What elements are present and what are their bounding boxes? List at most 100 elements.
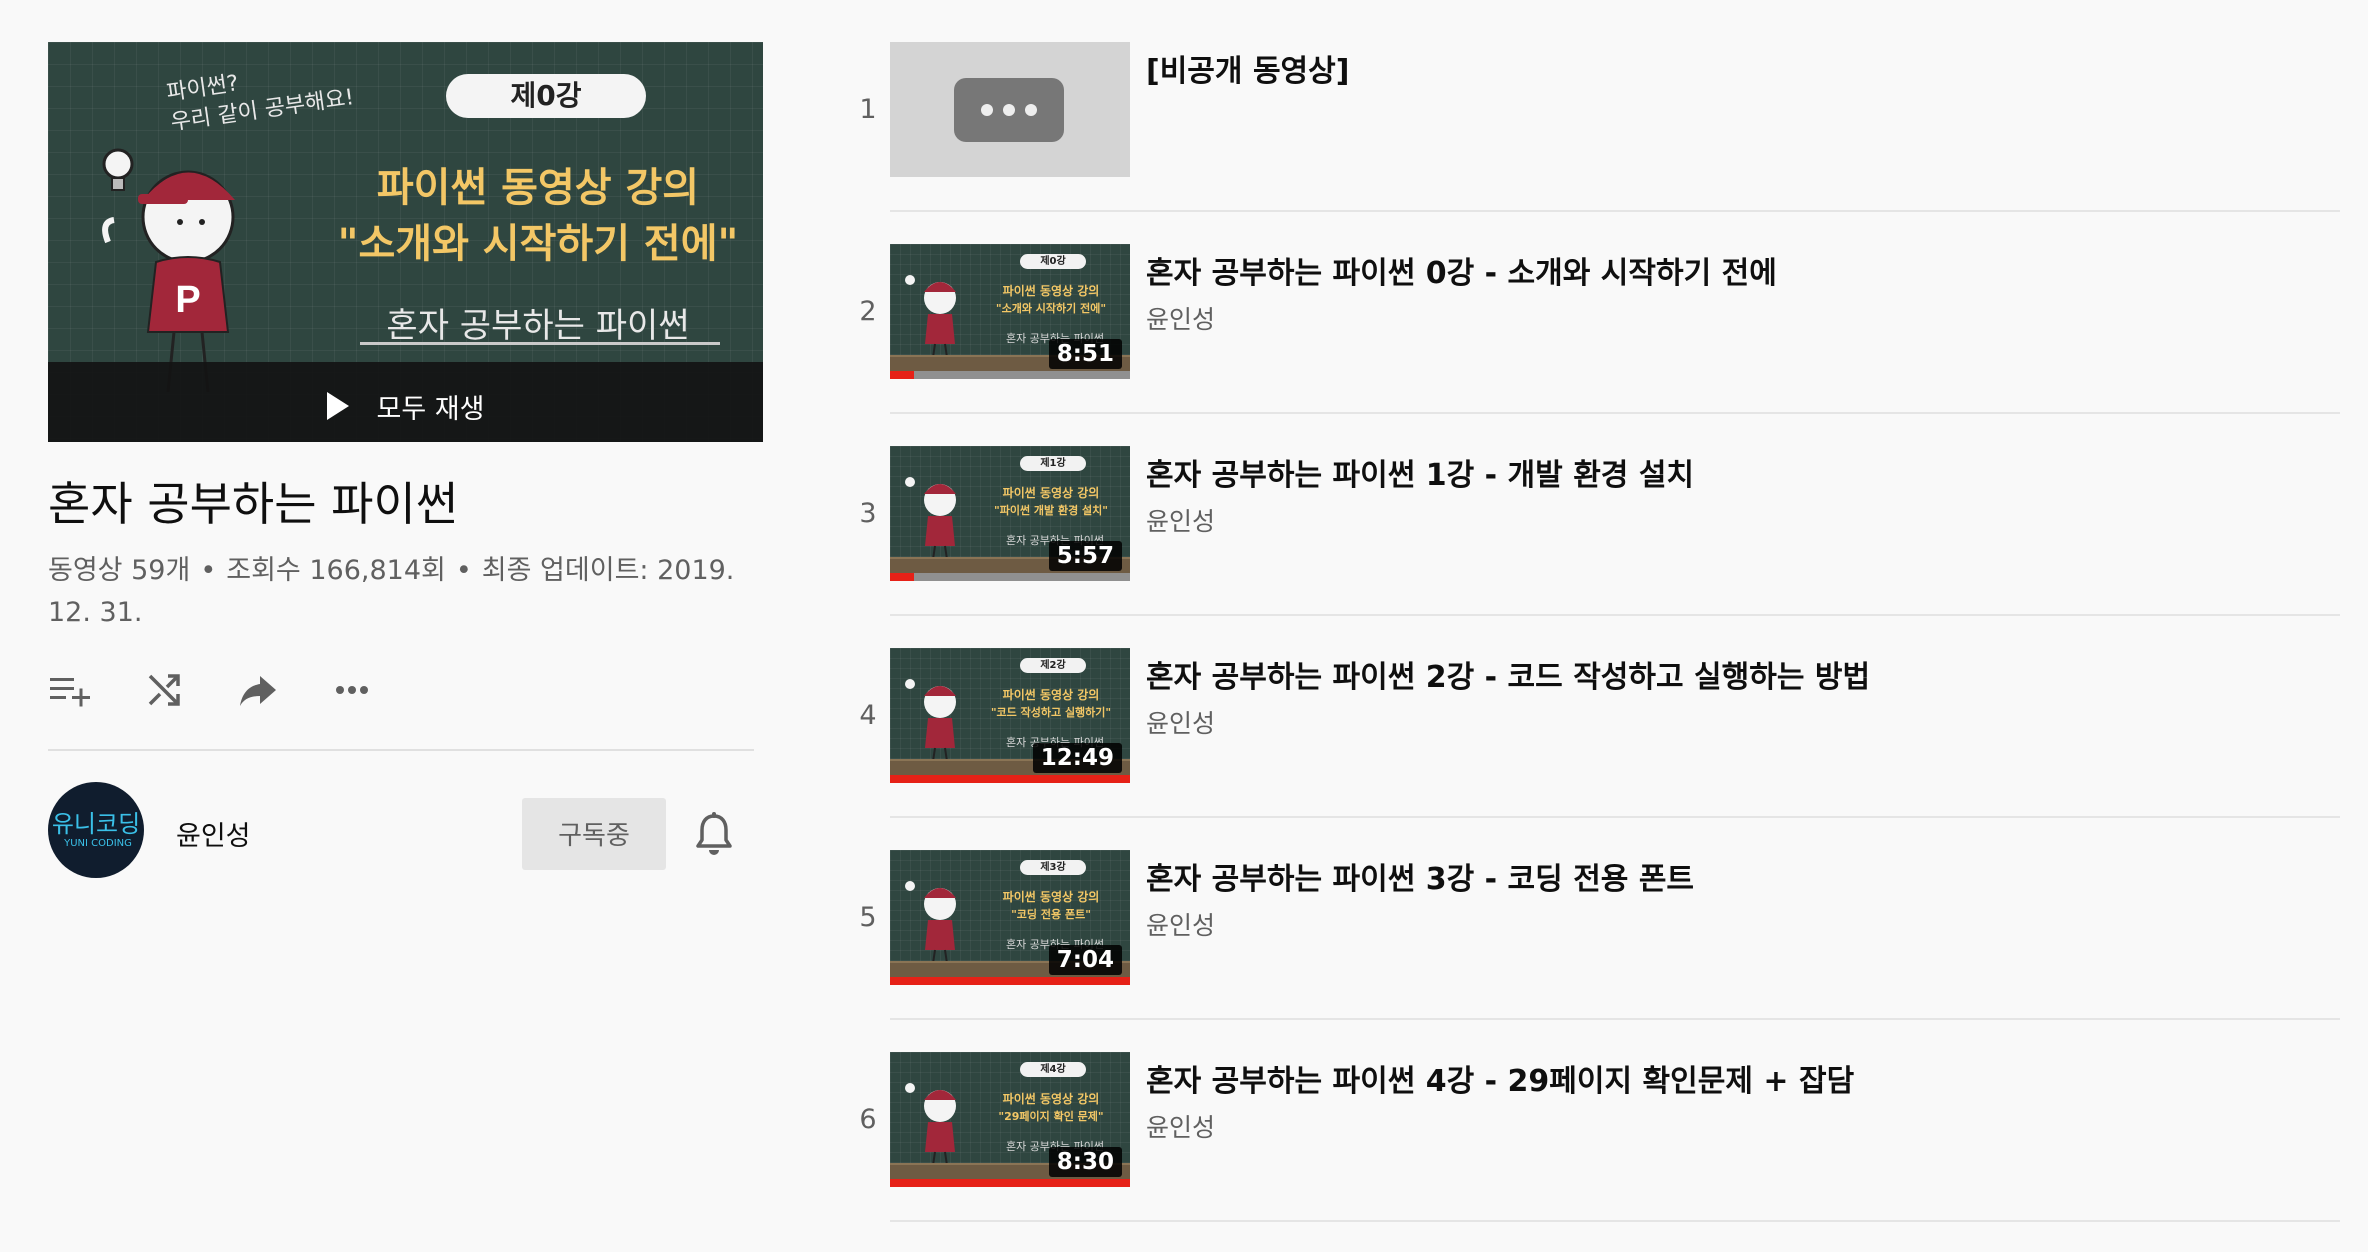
shuffle-button[interactable] — [142, 668, 186, 712]
notification-bell-icon[interactable] — [694, 810, 734, 858]
thumbnail-badge: 제0강 — [1020, 254, 1086, 269]
video-thumbnail[interactable]: 제2강 파이썬 동영상 강의 "코드 작성하고 실행하기" 혼자 공부하는 파이… — [890, 648, 1130, 783]
playlist-item[interactable]: 1 [비공개 동영상] — [818, 42, 2368, 242]
playlist-video-list: 1 [비공개 동영상] 2 제0강 파이썬 동영상 강의 "소개와 시작하기 전… — [818, 0, 2368, 1242]
video-count: 동영상 59개 — [48, 555, 191, 586]
thumbnail-badge: 제3강 — [1020, 860, 1086, 875]
character-icon — [905, 275, 956, 365]
item-index: 2 — [859, 296, 877, 327]
avatar-text-bottom: YUNI CODING — [64, 838, 132, 849]
playlist-actions — [48, 668, 374, 712]
character-icon — [905, 477, 956, 567]
thumbnail-line-1: 파이썬 동영상 강의 — [1002, 284, 1100, 298]
video-duration: 7:04 — [1048, 945, 1122, 975]
video-thumbnail[interactable]: 제0강 파이썬 동영상 강의 "소개와 시작하기 전에" 혼자 공부하는 파이썬… — [890, 244, 1130, 379]
video-channel[interactable]: 윤인성 — [1146, 502, 1215, 538]
item-index: 5 — [859, 902, 877, 933]
watch-progress — [890, 573, 914, 581]
video-duration: 5:57 — [1048, 541, 1122, 571]
thumbnail-line-2: "29페이지 확인 문제" — [998, 1110, 1104, 1123]
video-duration: 12:49 — [1032, 743, 1122, 773]
item-separator — [890, 210, 2340, 212]
play-all-button[interactable]: 모두 재생 — [48, 384, 763, 428]
video-title[interactable]: [비공개 동영상] — [1146, 46, 1349, 90]
video-thumbnail[interactable] — [890, 42, 1130, 177]
character-icon — [905, 1083, 956, 1173]
video-thumbnail[interactable]: 제4강 파이썬 동영상 강의 "29페이지 확인 문제" 혼자 공부하는 파이썬… — [890, 1052, 1130, 1187]
thumbnail-title-line-2: "소개와 시작하기 전에" — [337, 221, 739, 267]
thumbnail-line-2: "코딩 전용 폰트" — [1011, 908, 1091, 921]
thumbnail-title-line-1: 파이썬 동영상 강의 — [376, 165, 700, 211]
thumbnail-line-2: "소개와 시작하기 전에" — [995, 302, 1107, 315]
shirt-letter: P — [175, 279, 200, 321]
more-button[interactable] — [330, 668, 374, 712]
thumbnail-line-2: "코드 작성하고 실행하기" — [990, 706, 1112, 719]
thumbnail-underline — [360, 342, 720, 345]
lightbulb-icon — [102, 148, 134, 191]
character-illustration: P — [102, 148, 235, 393]
thumbnail-badge: 제4강 — [1020, 1062, 1086, 1077]
item-index: 6 — [859, 1104, 877, 1135]
watch-progress — [890, 977, 1130, 985]
channel-name[interactable]: 윤인성 — [176, 814, 251, 853]
watch-progress — [890, 371, 914, 379]
avatar-text-top: 유니코딩 — [51, 810, 141, 838]
video-thumbnail[interactable]: 제3강 파이썬 동영상 강의 "코딩 전용 폰트" 혼자 공부하는 파이썬 7:… — [890, 850, 1130, 985]
play-icon — [326, 392, 349, 420]
more-icon — [336, 686, 368, 694]
channel-avatar[interactable]: 유니코딩 YUNI CODING — [48, 782, 144, 878]
add-to-queue-button[interactable] — [48, 668, 92, 712]
video-title[interactable]: 혼자 공부하는 파이썬 4강 - 29페이지 확인문제 + 잡담 — [1146, 1056, 1854, 1100]
playlist-item[interactable]: 3 제1강 파이썬 동영상 강의 "파이썬 개발 환경 설치" 혼자 공부하는 … — [818, 446, 2368, 646]
playlist-item[interactable]: 6 제4강 파이썬 동영상 강의 "29페이지 확인 문제" 혼자 공부하는 파… — [818, 1052, 2368, 1252]
play-all-label: 모두 재생 — [376, 393, 485, 425]
video-channel[interactable]: 윤인성 — [1146, 300, 1215, 336]
item-index: 3 — [859, 498, 877, 529]
share-button[interactable] — [236, 668, 280, 712]
playlist-sidebar: 파이썬? 우리 같이 공부해요! P 제0강 파이썬 동영상 강의 "소개와 시… — [0, 0, 818, 1242]
item-index: 1 — [859, 94, 877, 125]
item-separator — [890, 1018, 2340, 1020]
watch-progress — [890, 1179, 1130, 1187]
video-channel[interactable]: 윤인성 — [1146, 704, 1215, 740]
item-separator — [890, 816, 2340, 818]
add-to-queue-icon — [50, 678, 90, 707]
view-count: 조회수 166,814회 — [226, 555, 446, 586]
item-separator — [890, 412, 2340, 414]
thumbnail-line-2: "파이썬 개발 환경 설치" — [993, 504, 1109, 517]
subscribed-button[interactable]: 구독중 — [522, 798, 666, 870]
character-icon — [905, 679, 956, 769]
video-title[interactable]: 혼자 공부하는 파이썬 1강 - 개발 환경 설치 — [1146, 450, 1694, 494]
sidebar-divider — [48, 749, 754, 751]
thumbnail-title: 파이썬 동영상 강의 "소개와 시작하기 전에" — [298, 160, 763, 272]
video-channel[interactable]: 윤인성 — [1146, 1108, 1215, 1144]
video-title[interactable]: 혼자 공부하는 파이썬 0강 - 소개와 시작하기 전에 — [1146, 248, 1777, 292]
stats-separator: • — [200, 555, 217, 586]
video-title[interactable]: 혼자 공부하는 파이썬 3강 - 코딩 전용 폰트 — [1146, 854, 1694, 898]
item-separator — [890, 1220, 2340, 1222]
thumbnail-line-1: 파이썬 동영상 강의 — [1002, 688, 1100, 702]
stats-separator: • — [455, 555, 472, 586]
video-channel[interactable]: 윤인성 — [1146, 906, 1215, 942]
thumbnail-line-1: 파이썬 동영상 강의 — [1002, 890, 1100, 904]
playlist-stats: 동영상 59개 • 조회수 166,814회 • 최종 업데이트: 2019. 12. … — [48, 550, 768, 634]
playlist-item[interactable]: 4 제2강 파이썬 동영상 강의 "코드 작성하고 실행하기" 혼자 공부하는 … — [818, 648, 2368, 848]
item-separator — [890, 614, 2340, 616]
playlist-item[interactable]: 5 제3강 파이썬 동영상 강의 "코딩 전용 폰트" 혼자 공부하는 파이썬 … — [818, 850, 2368, 1050]
progress-track — [890, 573, 1130, 581]
thumbnail-line-1: 파이썬 동영상 강의 — [1002, 1092, 1100, 1106]
playlist-item[interactable]: 2 제0강 파이썬 동영상 강의 "소개와 시작하기 전에" 혼자 공부하는 파… — [818, 244, 2368, 444]
video-duration: 8:51 — [1048, 339, 1122, 369]
video-title[interactable]: 혼자 공부하는 파이썬 2강 - 코드 작성하고 실행하는 방법 — [1146, 652, 1870, 696]
character-icon — [905, 881, 956, 971]
item-index: 4 — [859, 700, 877, 731]
share-icon — [240, 676, 276, 706]
thumbnail-subtitle: 혼자 공부하는 파이썬 — [386, 306, 690, 346]
playlist-thumbnail[interactable]: 파이썬? 우리 같이 공부해요! P 제0강 파이썬 동영상 강의 "소개와 시… — [48, 42, 763, 442]
video-duration: 8:30 — [1048, 1147, 1122, 1177]
progress-track — [890, 371, 1130, 379]
shuffle-icon — [148, 674, 180, 706]
video-thumbnail[interactable]: 제1강 파이썬 동영상 강의 "파이썬 개발 환경 설치" 혼자 공부하는 파이… — [890, 446, 1130, 581]
thumbnail-badge: 제1강 — [1020, 456, 1086, 471]
playlist-title[interactable]: 혼자 공부하는 파이썬 — [48, 468, 458, 534]
